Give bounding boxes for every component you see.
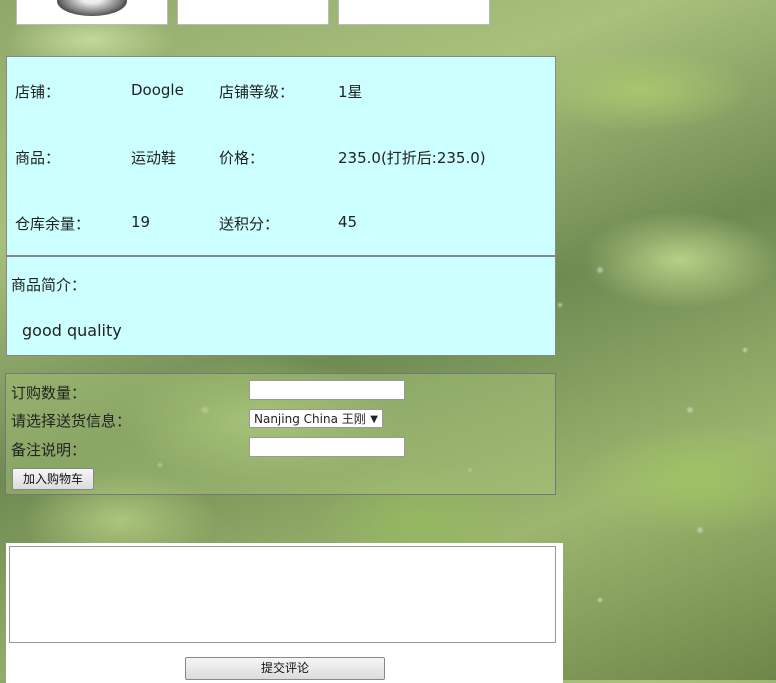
price-value: 235.0(打折后:235.0)	[338, 149, 486, 167]
product-value: 运动鞋	[131, 149, 177, 167]
note-label: 备注说明：	[11, 441, 87, 459]
comment-panel: 提交评论	[6, 543, 563, 683]
product-description-panel: 商品简介： good quality	[6, 256, 556, 356]
quantity-input[interactable]	[249, 380, 405, 400]
shoe-image	[57, 0, 127, 16]
order-form: 订购数量： 请选择送货信息： Nanjing China 王刚 ▼ 备注说明： …	[5, 373, 556, 495]
delivery-label: 请选择送货信息：	[11, 412, 132, 430]
description-label: 商品简介：	[11, 276, 87, 294]
points-value: 45	[338, 213, 358, 231]
product-thumbnail-1[interactable]	[16, 0, 168, 25]
product-thumbnail-2[interactable]	[177, 0, 329, 25]
product-label: 商品：	[15, 149, 61, 167]
submit-comment-button[interactable]: 提交评论	[185, 657, 385, 680]
stock-value: 19	[131, 213, 151, 231]
comment-textarea[interactable]	[9, 546, 556, 643]
product-info-panel: 店铺： Doogle 店铺等级： 1星 商品： 运动鞋 价格： 235.0(打折…	[6, 56, 556, 256]
points-label: 送积分：	[219, 215, 280, 233]
stock-label: 仓库余量：	[15, 215, 91, 233]
product-thumbnail-3[interactable]	[338, 0, 490, 25]
shop-value: Doogle	[131, 81, 184, 99]
description-text: good quality	[22, 321, 122, 340]
shop-level-label: 店铺等级：	[219, 83, 295, 101]
delivery-select[interactable]: Nanjing China 王刚 ▼	[249, 409, 383, 428]
dropdown-arrow-icon: ▼	[370, 414, 378, 425]
shop-level-value: 1星	[338, 83, 363, 101]
shop-label: 店铺：	[15, 83, 61, 101]
quantity-label: 订购数量：	[11, 384, 87, 402]
price-label: 价格：	[219, 149, 265, 167]
delivery-selected-value: Nanjing China 王刚	[254, 412, 366, 426]
add-to-cart-button[interactable]: 加入购物车	[12, 468, 94, 490]
note-input[interactable]	[249, 437, 405, 457]
